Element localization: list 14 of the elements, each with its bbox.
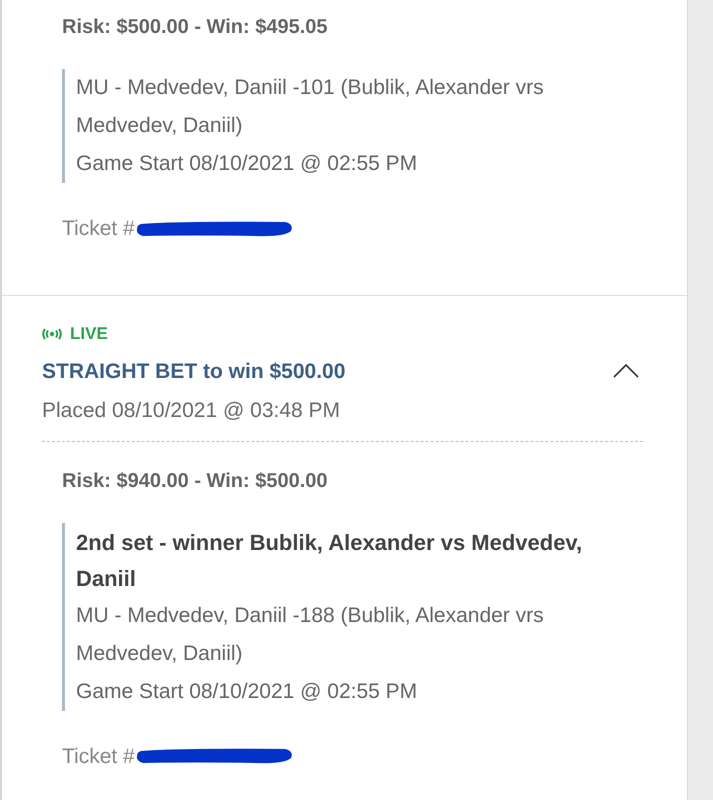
bet-title: STRAIGHT BET to win $500.00 (42, 358, 346, 384)
selection-detail: MU - Medvedev, Daniil -188 (Bublik, Alexander vrs Medvedev, Daniil) (76, 602, 545, 666)
selection-detail: Game Start 08/10/2021 @ 02:55 PM (76, 678, 418, 704)
selection-detail: MU - Medvedev, Daniil -101 (Bublik, Alexander vrs Medvedev, Daniil) (76, 75, 545, 139)
risk-win-amounts: Risk: $940.00 - Win: $500.00 (62, 468, 329, 494)
chevron-icon (613, 364, 639, 378)
risk-win-amounts: Risk: $500.00 - Win: $495.05 (62, 15, 329, 40)
ticket-label: Ticket # (62, 216, 135, 242)
selection-title: 2nd set - winner Bublik, Alexander vs Medvedev, Daniil (76, 528, 584, 592)
selection-detail: Game Start 08/10/2021 @ 02:55 PM (76, 151, 418, 177)
ticket-label: Ticket # (62, 744, 135, 770)
broadcast-icon (42, 328, 62, 340)
placed-date: Placed 08/10/2021 @ 03:48 PM (42, 398, 342, 424)
live-label: LIVE (70, 322, 108, 345)
